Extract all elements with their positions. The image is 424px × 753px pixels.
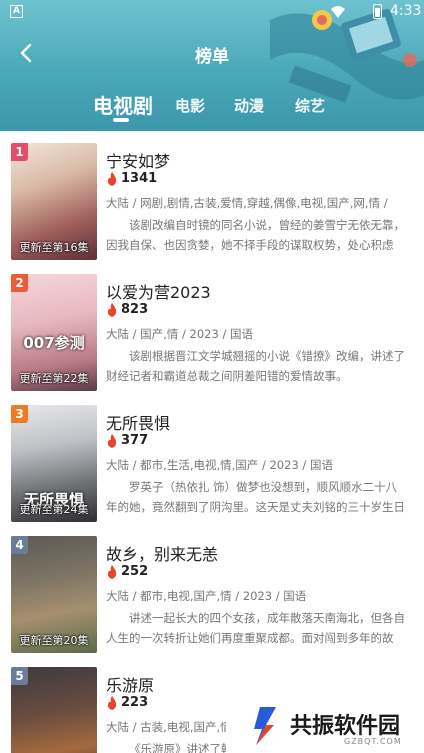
- poster-image: 4 更新至第20集: [11, 536, 97, 653]
- tab-movies[interactable]: 电影: [175, 95, 205, 116]
- item-tags: 大陆 / 都市,电视,国产,情 / 2023 / 国语: [106, 589, 307, 603]
- page-title: 榜单: [195, 47, 229, 67]
- flame-icon: [107, 434, 117, 448]
- status-time: 4:33: [390, 3, 422, 19]
- watermark-domain: GZBQT.COM: [344, 737, 402, 746]
- heat-value: 377: [121, 433, 149, 448]
- brand-logo-icon: [254, 707, 276, 745]
- list-item[interactable]: 3 无所畏惧 更新至第24集 无所畏惧 377 大陆 / 都市,生活,电视,情,…: [0, 393, 424, 524]
- item-title: 故乡，别来无恙: [106, 545, 219, 564]
- tab-variety[interactable]: 综艺: [295, 95, 325, 116]
- tab-indicator: [113, 118, 129, 122]
- poster-update-caption: 更新至第22集: [19, 372, 89, 385]
- rank-badge: 2: [11, 274, 28, 292]
- list-item[interactable]: 4 更新至第20集 故乡，别来无恙 252 大陆 / 都市,电视,国产,情 / …: [0, 524, 424, 655]
- poster-image: 2 007参测 更新至第22集: [11, 274, 97, 391]
- watermark: 共振软件园 GZBQT.COM: [226, 700, 424, 753]
- list-item[interactable]: 2 007参测 更新至第22集 以爱为营2023 823 大陆 / 国产,情 /…: [0, 262, 424, 393]
- flame-icon: [107, 303, 117, 317]
- poster-update-caption: 更新至第20集: [19, 634, 89, 647]
- flame-icon: [107, 172, 117, 186]
- ranking-list: 1 更新至第16集 宁安如梦 1341 大陆 / 网剧,剧情,古装,爱情,穿越,…: [0, 131, 424, 753]
- flame-icon: [107, 696, 117, 710]
- item-tags: 大陆 / 都市,生活,电视,情,国产 / 2023 / 国语: [106, 458, 333, 472]
- item-tags: 大陆 / 国产,情 / 2023 / 国语: [106, 327, 253, 341]
- item-description: 该剧根据晋江文学城翘摇的小说《错撩》改编，讲述了财经记者和霸道总裁之间阴差阳错的…: [106, 349, 405, 383]
- heat-value: 1341: [121, 171, 158, 186]
- poster-overlay-text: 007参测: [23, 334, 85, 352]
- item-title: 以爱为营2023: [106, 283, 211, 302]
- rank-badge: 4: [11, 536, 28, 554]
- item-description: 该剧改编自时镜的同名小说，曾经的姜雪宁无依无靠，因我自保、也因贪婪，她不择手段的…: [106, 218, 405, 252]
- heat-value: 252: [121, 564, 149, 579]
- category-tabs: 电视剧 电影 动漫 综艺: [0, 90, 424, 122]
- item-title: 乐游原: [106, 676, 155, 695]
- item-description: 讲述一起长大的四个女孩，成年散落天南海北，但各自人生的一次转折让她们再度重聚成都…: [106, 611, 405, 645]
- item-title: 无所畏惧: [106, 414, 171, 433]
- tab-tv-series[interactable]: 电视剧: [93, 90, 153, 119]
- wifi-icon: [331, 6, 345, 18]
- rank-badge: 5: [11, 667, 28, 685]
- watermark-name: 共振软件园: [290, 714, 401, 739]
- rank-badge: 1: [11, 143, 28, 161]
- status-bar: A 4:33: [0, 0, 424, 24]
- poster-image: 3 无所畏惧 更新至第24集: [11, 405, 97, 522]
- flame-icon: [107, 565, 117, 579]
- item-tags: 大陆 / 网剧,剧情,古装,爱情,穿越,偶像,电视,国产,网,情 /: [106, 196, 388, 210]
- battery-icon: [373, 4, 382, 19]
- item-title: 宁安如梦: [106, 152, 171, 171]
- item-description: 罗英子（热依扎 饰）做梦也没想到，顺风顺水二十八年的她，竟然翻到了阴沟里。这天是…: [106, 480, 405, 514]
- poster-update-caption: 更新至第16集: [19, 241, 89, 254]
- notification-icon: A: [10, 5, 23, 18]
- header: A 4:33 榜单 电视剧 电影 动漫 综艺: [0, 0, 424, 131]
- list-item[interactable]: 1 更新至第16集 宁安如梦 1341 大陆 / 网剧,剧情,古装,爱情,穿越,…: [0, 131, 424, 262]
- poster-image: 1 更新至第16集: [11, 143, 97, 260]
- poster-update-caption: 更新至第24集: [19, 503, 89, 516]
- heat-value: 223: [121, 695, 149, 710]
- heat-value: 823: [121, 302, 149, 317]
- tab-anime[interactable]: 动漫: [234, 95, 264, 116]
- rank-badge: 3: [11, 405, 28, 423]
- poster-image: 5: [11, 667, 97, 753]
